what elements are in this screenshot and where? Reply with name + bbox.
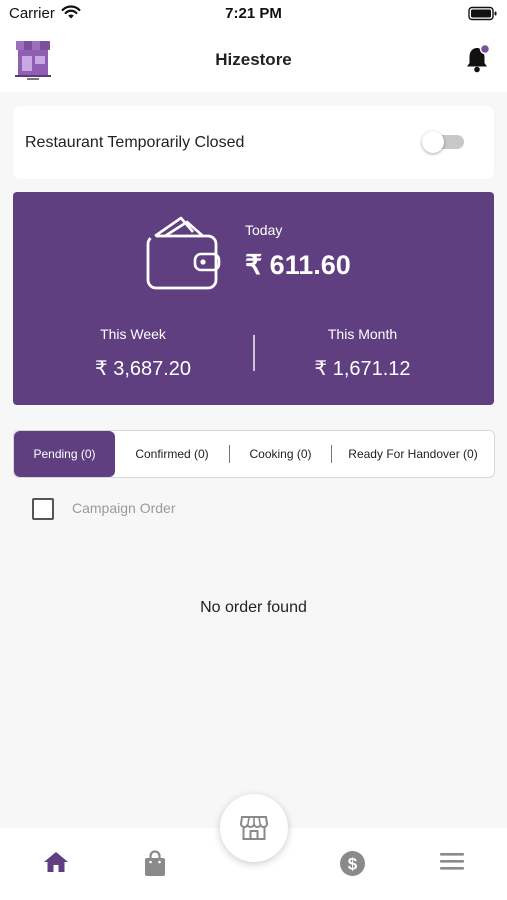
bell-icon[interactable] [465,43,491,79]
status-bar: Carrier 7:21 PM [0,0,507,30]
tab-cooking[interactable]: Cooking (0) [230,431,331,477]
store-fab-button[interactable] [220,794,288,862]
home-icon[interactable] [43,850,69,879]
empty-state-message: No order found [200,599,307,616]
dollar-icon[interactable]: $ [339,850,366,882]
order-status-tabs: Pending (0) Confirmed (0) Cooking (0) Re… [13,430,495,478]
tab-ready-for-handover[interactable]: Ready For Handover (0) [332,431,494,477]
wallet-icon [145,214,225,297]
this-month-label: This Month [327,326,398,342]
battery-icon [468,6,498,26]
restaurant-closed-label: Restaurant Temporarily Closed [25,134,245,151]
bag-icon[interactable] [143,850,167,883]
today-amount: ₹ 611.60 [245,250,351,280]
clock: 7:21 PM [225,5,282,22]
app-header: Hizestore [0,30,507,92]
tab-pending[interactable]: Pending (0) [14,431,115,477]
restaurant-status-card: Restaurant Temporarily Closed [13,106,494,179]
this-month-amount: ₹ 1,671.12 [314,358,411,380]
this-week-label: This Week [100,326,166,342]
campaign-order-label[interactable]: Campaign Order [72,500,176,516]
today-label: Today [245,222,283,238]
menu-icon[interactable] [439,850,465,877]
restaurant-closed-toggle[interactable] [422,131,466,153]
svg-text:$: $ [348,855,358,874]
tab-confirmed[interactable]: Confirmed (0) [115,431,229,477]
page-title: Hizestore [215,50,292,69]
this-week-amount: ₹ 3,687.20 [94,358,192,380]
earnings-card: Today ₹ 611.60 This Week ₹ 3,687.20 This… [13,192,494,405]
campaign-order-checkbox[interactable] [32,498,54,520]
